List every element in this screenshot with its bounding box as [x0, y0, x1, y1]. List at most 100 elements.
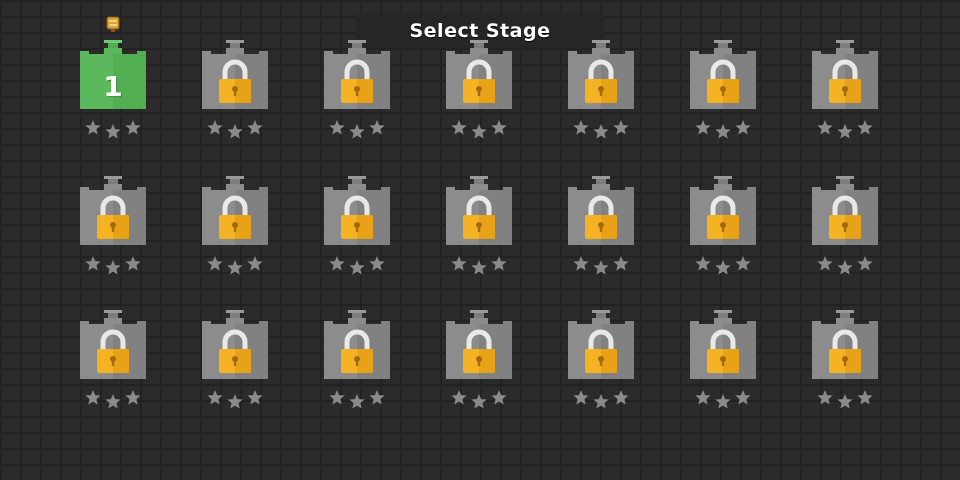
stage-tile-locked[interactable] [302, 308, 412, 412]
star-icon [207, 390, 223, 405]
stage-tile-locked[interactable] [790, 174, 900, 278]
stage-tile-locked[interactable] [668, 38, 778, 142]
star-icon [369, 390, 385, 405]
stage-tile-locked[interactable] [790, 308, 900, 412]
stage-tile-icon [690, 310, 756, 379]
star-icon [227, 260, 243, 275]
star-icon [735, 120, 751, 135]
star-icon [817, 256, 833, 271]
stage-tile-locked[interactable] [58, 308, 168, 412]
star-icon [715, 124, 731, 139]
stage-tile-icon [324, 310, 390, 379]
star-rating [573, 256, 629, 275]
stage-tile-icon [568, 176, 634, 245]
star-rating [329, 256, 385, 275]
stage-tile-icon [812, 40, 878, 109]
stage-tile-icon [80, 176, 146, 245]
stage-tile-locked[interactable] [180, 308, 290, 412]
star-icon [573, 120, 589, 135]
star-icon [85, 120, 101, 135]
stage-tile-icon [446, 310, 512, 379]
stage-tile-icon [324, 176, 390, 245]
stage-tile-locked[interactable] [668, 174, 778, 278]
stage-tile-icon [690, 176, 756, 245]
stage-tile-icon [324, 40, 390, 109]
stage-tile-icon [202, 176, 268, 245]
stage-tile-locked[interactable] [58, 174, 168, 278]
stage-tile-icon [80, 310, 146, 379]
star-icon [735, 390, 751, 405]
star-icon [593, 260, 609, 275]
star-icon [471, 124, 487, 139]
star-icon [613, 390, 629, 405]
stage-tile-locked[interactable] [424, 174, 534, 278]
star-icon [715, 394, 731, 409]
star-rating [329, 120, 385, 139]
star-rating [451, 390, 507, 409]
stage-tile-locked[interactable] [546, 308, 656, 412]
star-icon [247, 390, 263, 405]
star-icon [857, 256, 873, 271]
stage-tile-icon [568, 310, 634, 379]
star-icon [613, 120, 629, 135]
star-icon [837, 394, 853, 409]
star-rating [85, 120, 141, 139]
stage-tile-locked[interactable] [668, 308, 778, 412]
star-icon [837, 124, 853, 139]
star-icon [857, 120, 873, 135]
stage-tile-icon [446, 40, 512, 109]
star-rating [85, 256, 141, 275]
star-icon [451, 120, 467, 135]
stage-tile-icon [568, 40, 634, 109]
star-icon [695, 256, 711, 271]
star-rating [817, 256, 873, 275]
stage-tile-locked[interactable] [424, 308, 534, 412]
star-icon [207, 256, 223, 271]
star-icon [349, 260, 365, 275]
star-icon [695, 390, 711, 405]
star-icon [329, 256, 345, 271]
star-icon [125, 120, 141, 135]
star-rating [817, 390, 873, 409]
stage-tile-icon [690, 40, 756, 109]
stage-tile-unlocked[interactable]: 1 [58, 38, 168, 142]
star-icon [247, 120, 263, 135]
star-icon [85, 390, 101, 405]
star-icon [857, 390, 873, 405]
star-icon [491, 256, 507, 271]
star-rating [207, 256, 263, 275]
stage-tile-locked[interactable] [180, 174, 290, 278]
coin-icon [106, 16, 120, 32]
star-icon [125, 390, 141, 405]
star-rating [695, 390, 751, 409]
stage-grid: 1 [58, 38, 908, 418]
stage-tile-icon [446, 176, 512, 245]
stage-tile-locked[interactable] [302, 38, 412, 142]
star-icon [247, 256, 263, 271]
stage-tile-icon [812, 176, 878, 245]
star-rating [451, 256, 507, 275]
star-icon [369, 256, 385, 271]
star-rating [451, 120, 507, 139]
star-icon [369, 120, 385, 135]
stage-tile-locked[interactable] [546, 38, 656, 142]
star-icon [451, 256, 467, 271]
star-icon [349, 394, 365, 409]
star-rating [329, 390, 385, 409]
stage-tile-locked[interactable] [424, 38, 534, 142]
stage-tile-locked[interactable] [180, 38, 290, 142]
star-icon [85, 256, 101, 271]
stage-tile-icon [202, 40, 268, 109]
star-icon [817, 120, 833, 135]
star-icon [837, 260, 853, 275]
stage-tile-locked[interactable] [302, 174, 412, 278]
star-rating [85, 390, 141, 409]
star-icon [593, 394, 609, 409]
star-icon [105, 124, 121, 139]
stage-tile-locked[interactable] [546, 174, 656, 278]
star-icon [593, 124, 609, 139]
star-icon [471, 394, 487, 409]
star-icon [715, 260, 731, 275]
stage-tile-locked[interactable] [790, 38, 900, 142]
star-rating [573, 120, 629, 139]
